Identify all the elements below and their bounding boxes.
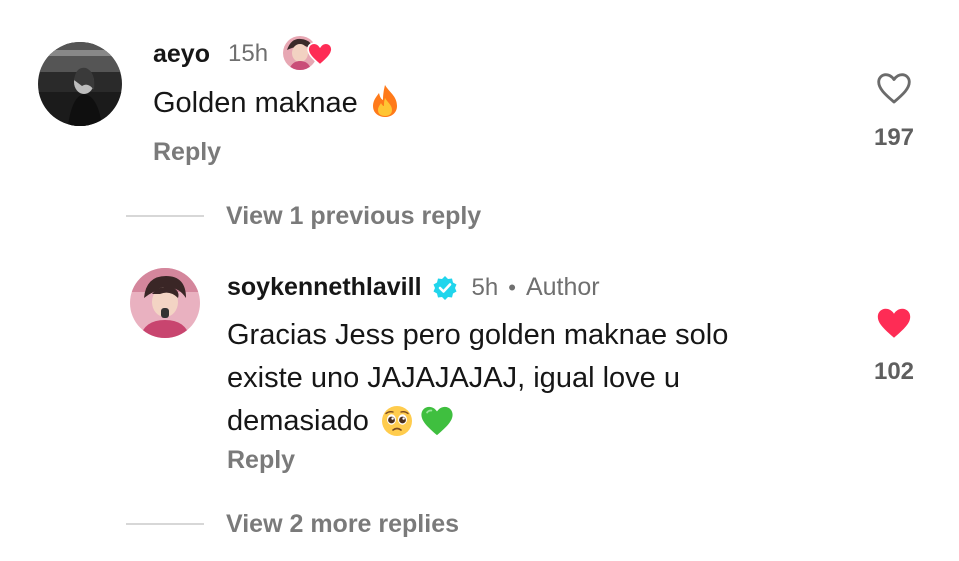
heart-outline-icon bbox=[877, 73, 911, 104]
reply-text-line-2: existe uno JAJAJAJAJ, igual love u bbox=[227, 362, 680, 394]
like-count: 197 bbox=[873, 124, 915, 151]
author-badge: Author bbox=[525, 273, 600, 301]
reply-text: Gracias Jess pero golden maknae solo exi… bbox=[227, 314, 847, 443]
reply-timestamp: 5h bbox=[471, 273, 499, 301]
comment-text-content: Golden maknae bbox=[153, 87, 358, 119]
fire-icon bbox=[370, 84, 400, 123]
commenter-avatar[interactable] bbox=[38, 42, 122, 126]
reply-author-avatar[interactable] bbox=[130, 268, 200, 338]
reply-text-line-3-row: demasiado bbox=[227, 400, 847, 443]
separator-dot: • bbox=[508, 274, 516, 300]
thread-divider bbox=[126, 215, 204, 217]
pleading-face-icon bbox=[381, 405, 413, 442]
heart-icon bbox=[307, 42, 333, 66]
like-button[interactable] bbox=[876, 72, 912, 106]
reply-button-2[interactable]: Reply bbox=[227, 446, 295, 475]
creator-liked-badge bbox=[283, 34, 339, 72]
green-heart-icon bbox=[420, 405, 454, 442]
like-button-2[interactable] bbox=[876, 307, 912, 341]
commenter-username[interactable]: aeyo bbox=[153, 40, 210, 69]
verified-badge-icon bbox=[432, 275, 458, 301]
reply-text-line-3: demasiado bbox=[227, 405, 369, 437]
heart-filled-icon bbox=[877, 308, 911, 338]
like-count-2: 102 bbox=[873, 358, 915, 385]
reply-author-username[interactable]: soykennethlavill bbox=[227, 273, 422, 302]
reply-text-line-1: Gracias Jess pero golden maknae solo bbox=[227, 319, 729, 351]
reply-button[interactable]: Reply bbox=[153, 138, 221, 167]
view-previous-reply-button[interactable]: View 1 previous reply bbox=[226, 202, 481, 231]
view-more-replies-button[interactable]: View 2 more replies bbox=[226, 510, 459, 539]
comment-timestamp: 15h bbox=[228, 40, 269, 67]
reply-header: soykennethlavill 5h • Author bbox=[227, 273, 600, 302]
comment-text: Golden maknae bbox=[153, 82, 400, 125]
thread-divider-2 bbox=[126, 523, 204, 525]
